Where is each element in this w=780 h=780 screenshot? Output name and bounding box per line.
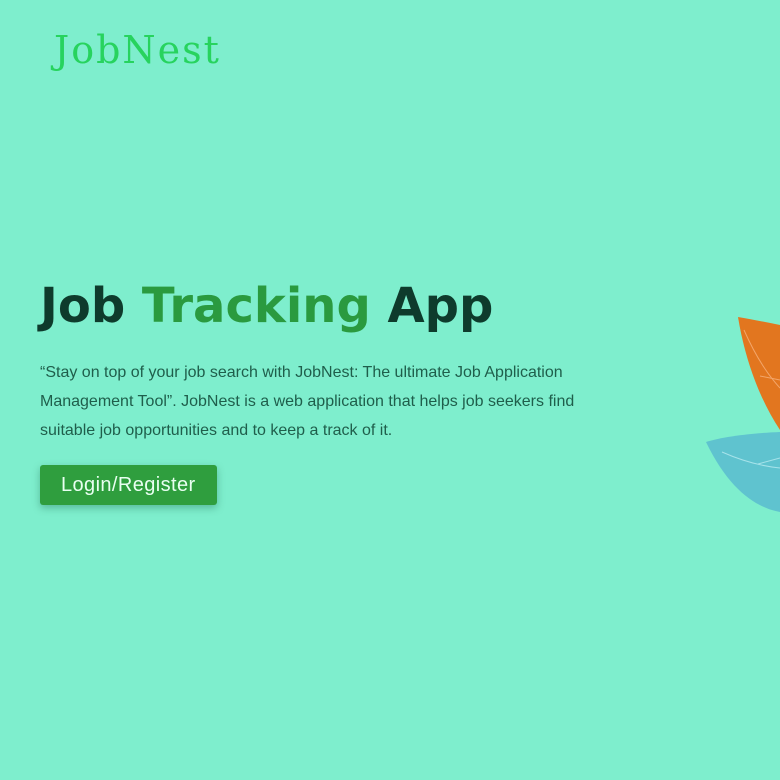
brand-logo[interactable]: JobNest bbox=[54, 29, 221, 72]
hero-title: Job Tracking App bbox=[40, 278, 620, 334]
hero-title-part2: App bbox=[370, 278, 494, 334]
hero-section: Job Tracking App “Stay on top of your jo… bbox=[40, 278, 620, 505]
hero-description: “Stay on top of your job search with Job… bbox=[40, 364, 575, 439]
leaves-illustration-icon bbox=[706, 317, 780, 512]
hero-title-part1: Job bbox=[40, 278, 142, 334]
blue-leaf-icon bbox=[706, 432, 780, 512]
hero-title-accent: Tracking bbox=[141, 278, 371, 334]
orange-leaf-icon bbox=[738, 317, 780, 430]
landing-page: JobNest Job Tracking App “Stay on top of… bbox=[0, 0, 780, 780]
login-register-button[interactable]: Login/Register bbox=[40, 465, 217, 505]
